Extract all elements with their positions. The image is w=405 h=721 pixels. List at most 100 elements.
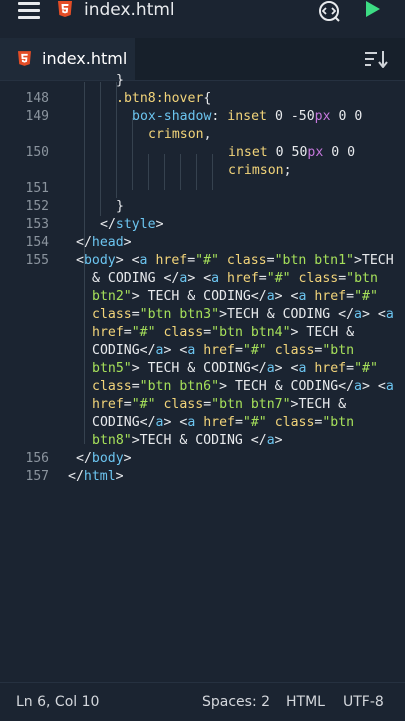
code-token: > TECH & CODING</ — [131, 289, 267, 304]
code-token: html — [83, 469, 116, 484]
code-token: 0 0 — [330, 109, 363, 124]
debug-icon[interactable] — [318, 0, 340, 22]
status-bar: Ln 6, Col 10 Spaces: 2 HTML UTF-8 — [0, 682, 405, 721]
code-token: href — [92, 397, 124, 412]
code-token: = — [234, 343, 243, 358]
code-token: "btn btn1" — [274, 253, 354, 268]
code-token: a — [187, 415, 204, 430]
code-token: class — [290, 271, 339, 286]
code-line[interactable]: btn2"> TECH & CODING</a> <a href="#" — [0, 288, 405, 306]
code-line[interactable]: } — [0, 72, 405, 90]
code-token: a — [266, 289, 275, 304]
code-token: > < — [362, 379, 386, 394]
code-token: > < — [274, 289, 299, 304]
top-bar: index.html — [0, 0, 405, 38]
code-token: >TECH & — [290, 397, 347, 412]
code-token: > TECH & CODING</ — [131, 361, 267, 376]
code-token: href — [227, 271, 259, 286]
code-token: .btn8:hover — [116, 91, 204, 106]
html5-icon — [58, 1, 72, 17]
code-token: href — [92, 325, 124, 340]
code-token: 0 0 — [323, 145, 356, 160]
code-line[interactable]: CODING</a> <a href="#" class="btn — [0, 414, 405, 432]
code-line[interactable]: href="#" class="btn btn4"> TECH & — [0, 324, 405, 342]
code-token: > < — [187, 271, 212, 286]
code-token: btn5" — [92, 361, 132, 376]
code-token: CODING — [92, 415, 140, 430]
code-token: body — [91, 451, 124, 466]
code-token: class — [155, 325, 204, 340]
code-token: = — [123, 397, 132, 412]
code-line[interactable]: 150 inset 0 50px 0 0 — [0, 144, 405, 162]
run-icon[interactable] — [366, 1, 380, 17]
code-token: >TECH & CODING </ — [131, 433, 267, 448]
code-line[interactable]: 156 </body> — [0, 450, 405, 468]
code-line[interactable]: 149 box-shadow: inset 0 -50px 0 0 — [0, 108, 405, 126]
code-line[interactable]: class="btn btn6"> TECH & CODING</a> <a — [0, 378, 405, 396]
code-token: a — [187, 343, 204, 358]
code-line[interactable]: 151 — [0, 180, 405, 198]
code-text: CODING</a> <a href="#" class="btn — [92, 342, 354, 360]
code-editor[interactable]: } 148 .btn8:hover{149 box-shadow: inset 0 -… — [0, 73, 405, 682]
menu-icon[interactable] — [18, 2, 40, 20]
code-token: px — [307, 145, 324, 160]
code-line[interactable]: 157 </html> — [0, 468, 405, 486]
code-text: CODING</a> <a href="#" class="btn — [92, 414, 354, 432]
code-text: class="btn btn6"> TECH & CODING</a> <a — [92, 378, 394, 396]
code-token: > < — [362, 307, 386, 322]
code-token: href — [314, 289, 347, 304]
code-line[interactable]: 153 </style> — [0, 216, 405, 234]
code-token: "btn btn4" — [211, 325, 291, 340]
code-text: & CODING </a> <a href="#" class="btn — [92, 270, 378, 288]
code-text: </html> — [68, 468, 124, 486]
line-number: 151 — [25, 181, 49, 196]
language-mode[interactable]: HTML — [286, 694, 325, 710]
code-token: crimson — [148, 127, 204, 142]
code-token: crimson — [228, 163, 284, 178]
code-text: </body> — [76, 450, 132, 468]
code-line[interactable]: & CODING </a> <a href="#" class="btn — [0, 270, 405, 288]
code-line[interactable]: 154 </head> — [0, 234, 405, 252]
code-text: </style> — [100, 216, 164, 234]
html5-icon — [18, 51, 31, 66]
code-token: = — [187, 253, 196, 268]
code-line[interactable]: crimson, — [0, 126, 405, 144]
line-number: 155 — [25, 253, 49, 268]
code-token: = — [131, 379, 140, 394]
code-token: = — [234, 415, 243, 430]
code-token: = — [258, 271, 267, 286]
code-line[interactable]: href="#" class="btn btn7">TECH & — [0, 396, 405, 414]
code-line[interactable]: btn5"> TECH & CODING</a> <a href="#" — [0, 360, 405, 378]
code-token: a — [354, 379, 362, 394]
code-token: </ — [139, 343, 156, 358]
code-token: href — [155, 253, 188, 268]
code-token: > — [115, 469, 124, 484]
indent-setting[interactable]: Spaces: 2 — [202, 694, 270, 710]
code-token: : — [211, 109, 228, 124]
code-token: class — [92, 379, 132, 394]
code-token: inset — [227, 109, 275, 124]
file-title: index.html — [84, 0, 175, 20]
code-token: </ — [100, 217, 116, 232]
code-token: "#" — [195, 253, 219, 268]
code-line[interactable]: 148 .btn8:hover{ — [0, 90, 405, 108]
code-token: a — [298, 289, 315, 304]
code-line[interactable]: 152} — [0, 198, 405, 216]
code-line[interactable]: btn8">TECH & CODING </a> — [0, 432, 405, 450]
code-token: = — [131, 307, 140, 322]
code-text: <body> <a href="#" class="btn btn1">TECH — [76, 252, 394, 270]
code-token: "btn btn6" — [139, 379, 220, 394]
code-line[interactable]: CODING</a> <a href="#" class="btn — [0, 342, 405, 360]
code-token: class — [218, 253, 267, 268]
code-token: = — [266, 253, 275, 268]
encoding[interactable]: UTF-8 — [343, 694, 384, 710]
code-token: px — [314, 109, 331, 124]
sort-icon[interactable] — [364, 50, 388, 68]
cursor-position[interactable]: Ln 6, Col 10 — [16, 694, 99, 710]
code-token: inset — [228, 145, 276, 160]
code-line[interactable]: 155 <body> <a href="#" class="btn btn1">T… — [0, 252, 405, 270]
code-token: > < — [163, 343, 188, 358]
code-line[interactable]: class="btn btn3">TECH & CODING </a> <a — [0, 306, 405, 324]
code-line[interactable]: crimson; — [0, 162, 405, 180]
code-text: btn2"> TECH & CODING</a> <a href="#" — [92, 288, 378, 306]
